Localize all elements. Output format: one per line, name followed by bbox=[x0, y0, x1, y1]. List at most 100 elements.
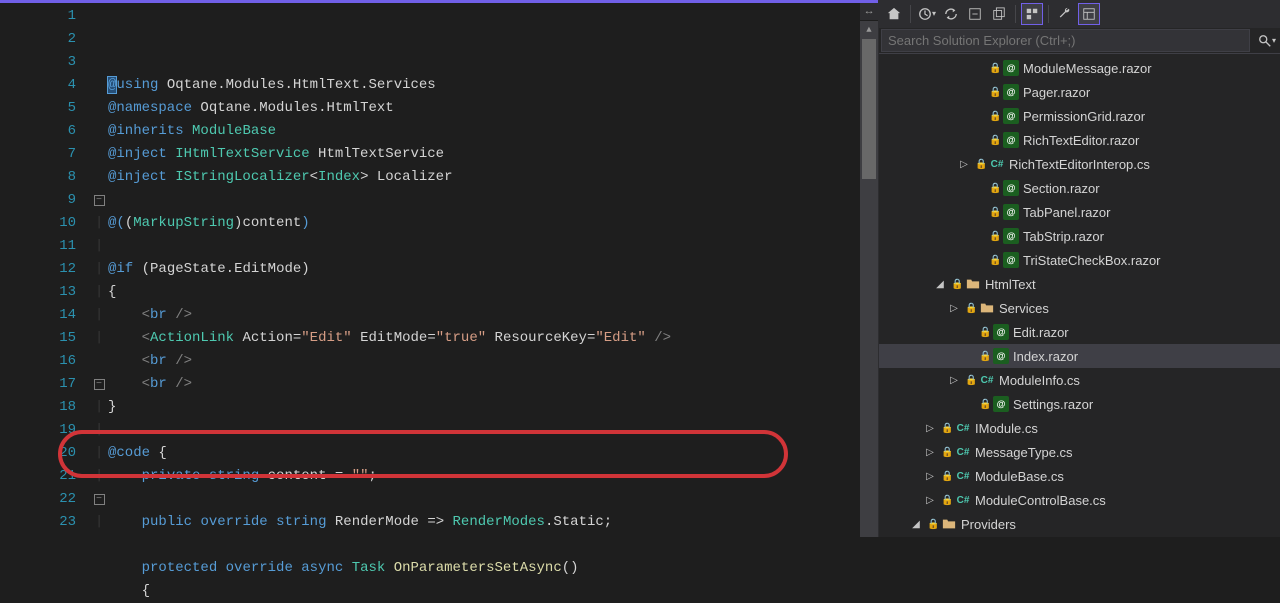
tree-item[interactable]: ▷🔒ModuleInfo.cs bbox=[879, 368, 1280, 392]
code-line[interactable]: @if (PageState.EditMode) bbox=[108, 258, 860, 281]
code-editor[interactable]: 1234567891011121314151617181920212223 −│… bbox=[0, 0, 878, 537]
fold-indicator[interactable]: │ bbox=[90, 465, 108, 488]
razor-file-icon bbox=[1003, 204, 1019, 220]
code-line[interactable]: <br /> bbox=[108, 373, 860, 396]
tree-item[interactable]: ▷🔒MessageType.cs bbox=[879, 440, 1280, 464]
tree-item[interactable]: 🔒TriStateCheckBox.razor bbox=[879, 248, 1280, 272]
code-line[interactable]: <ActionLink Action="Edit" EditMode="true… bbox=[108, 327, 860, 350]
code-line[interactable]: private string content = ""; bbox=[108, 465, 860, 488]
fold-indicator[interactable] bbox=[90, 143, 108, 166]
expander-icon[interactable]: ▷ bbox=[947, 303, 961, 314]
tree-item-label: Settings.razor bbox=[1013, 397, 1093, 412]
solution-tree[interactable]: 🔒ModuleMessage.razor🔒Pager.razor🔒Permiss… bbox=[879, 54, 1280, 537]
fold-indicator[interactable]: │ bbox=[90, 442, 108, 465]
history-icon[interactable]: ▾ bbox=[916, 3, 938, 25]
scroll-thumb[interactable] bbox=[862, 39, 876, 179]
code-line[interactable]: @inherits ModuleBase bbox=[108, 120, 860, 143]
fold-indicator[interactable]: │ bbox=[90, 212, 108, 235]
code-line[interactable]: protected override async Task OnParamete… bbox=[108, 557, 860, 580]
fold-indicator[interactable] bbox=[90, 51, 108, 74]
line-number: 9 bbox=[0, 189, 76, 212]
vertical-scrollbar[interactable]: ↔ ▲ bbox=[860, 3, 878, 537]
code-line[interactable]: <br /> bbox=[108, 350, 860, 373]
code-line[interactable] bbox=[108, 419, 860, 442]
tree-item[interactable]: 🔒PermissionGrid.razor bbox=[879, 104, 1280, 128]
code-line[interactable]: @using Oqtane.Modules.HtmlText.Services bbox=[108, 74, 860, 97]
fold-indicator[interactable] bbox=[90, 74, 108, 97]
expander-icon[interactable]: ◢ bbox=[933, 279, 947, 290]
fold-indicator[interactable] bbox=[90, 120, 108, 143]
search-input[interactable] bbox=[881, 29, 1250, 52]
fold-margin[interactable]: −││││││−││││−│ bbox=[90, 3, 108, 537]
expander-icon[interactable]: ▷ bbox=[957, 159, 971, 170]
tree-item[interactable]: ▷🔒ModuleControlBase.cs bbox=[879, 488, 1280, 512]
expander-icon[interactable]: ▷ bbox=[947, 375, 961, 386]
tree-item[interactable]: 🔒Pager.razor bbox=[879, 80, 1280, 104]
fold-indicator[interactable] bbox=[90, 166, 108, 189]
code-line[interactable]: { bbox=[108, 281, 860, 304]
fold-indicator[interactable] bbox=[90, 350, 108, 373]
view-icon[interactable] bbox=[1021, 3, 1043, 25]
tree-item[interactable]: ▷🔒RichTextEditorInterop.cs bbox=[879, 152, 1280, 176]
sync-icon[interactable] bbox=[940, 3, 962, 25]
properties-icon[interactable] bbox=[1054, 3, 1076, 25]
split-handle-icon[interactable]: ↔ bbox=[860, 3, 878, 21]
tree-item[interactable]: ◢🔒Providers bbox=[879, 512, 1280, 536]
expander-icon[interactable]: ▷ bbox=[923, 471, 937, 482]
code-line[interactable]: @inject IStringLocalizer<Index> Localize… bbox=[108, 166, 860, 189]
code-line[interactable]: { bbox=[108, 580, 860, 603]
tree-item[interactable]: 🔒ModuleMessage.razor bbox=[879, 56, 1280, 80]
tree-item[interactable]: ◢🔒HtmlText bbox=[879, 272, 1280, 296]
fold-indicator[interactable]: │ bbox=[90, 327, 108, 350]
tree-item[interactable]: ▷🔒Services bbox=[879, 296, 1280, 320]
fold-indicator[interactable]: │ bbox=[90, 258, 108, 281]
code-line[interactable]: @((MarkupString)content) bbox=[108, 212, 860, 235]
code-line[interactable]: @namespace Oqtane.Modules.HtmlText bbox=[108, 97, 860, 120]
fold-indicator[interactable]: │ bbox=[90, 419, 108, 442]
code-line[interactable] bbox=[108, 189, 860, 212]
expander-icon[interactable]: ▷ bbox=[923, 495, 937, 506]
tree-item[interactable]: ▷🔒ModuleBase.cs bbox=[879, 464, 1280, 488]
collapse-icon[interactable] bbox=[964, 3, 986, 25]
code-content[interactable]: @using Oqtane.Modules.HtmlText.Services@… bbox=[108, 3, 860, 537]
fold-indicator[interactable]: − bbox=[90, 189, 108, 212]
fold-indicator[interactable]: │ bbox=[90, 304, 108, 327]
tree-item[interactable]: 🔒TabPanel.razor bbox=[879, 200, 1280, 224]
fold-indicator[interactable]: − bbox=[90, 373, 108, 396]
tree-item[interactable]: 🔒Settings.razor bbox=[879, 392, 1280, 416]
code-line[interactable] bbox=[108, 235, 860, 258]
code-line[interactable] bbox=[108, 534, 860, 557]
code-line[interactable]: @inject IHtmlTextService HtmlTextService bbox=[108, 143, 860, 166]
code-line[interactable]: @code { bbox=[108, 442, 860, 465]
expander-icon[interactable]: ◢ bbox=[909, 519, 923, 530]
fold-indicator[interactable]: − bbox=[90, 488, 108, 511]
preview-icon[interactable] bbox=[1078, 3, 1100, 25]
code-line[interactable]: <br /> bbox=[108, 304, 860, 327]
scroll-track[interactable] bbox=[860, 39, 878, 537]
tree-item[interactable]: 🔒Edit.razor bbox=[879, 320, 1280, 344]
fold-indicator[interactable] bbox=[90, 5, 108, 28]
fold-indicator[interactable]: │ bbox=[90, 235, 108, 258]
tree-item[interactable]: 🔒Section.razor bbox=[879, 176, 1280, 200]
tree-item[interactable]: 🔒TabStrip.razor bbox=[879, 224, 1280, 248]
tree-item[interactable]: 🔒Index.razor bbox=[879, 344, 1280, 368]
search-icon[interactable]: ▾ bbox=[1254, 28, 1280, 54]
fold-indicator[interactable]: │ bbox=[90, 396, 108, 419]
lock-icon: 🔒 bbox=[951, 279, 961, 290]
code-line[interactable]: } bbox=[108, 396, 860, 419]
scroll-up-icon[interactable]: ▲ bbox=[860, 21, 878, 39]
expander-icon[interactable]: ▷ bbox=[923, 447, 937, 458]
code-line[interactable]: public override string RenderMode => Ren… bbox=[108, 511, 860, 534]
fold-indicator[interactable] bbox=[90, 97, 108, 120]
home-icon[interactable] bbox=[883, 3, 905, 25]
tree-item[interactable]: ▷🔒IModule.cs bbox=[879, 416, 1280, 440]
fold-indicator[interactable] bbox=[90, 28, 108, 51]
tree-item-label: PermissionGrid.razor bbox=[1023, 109, 1145, 124]
show-all-files-icon[interactable] bbox=[988, 3, 1010, 25]
lock-icon: 🔒 bbox=[975, 159, 985, 170]
fold-indicator[interactable]: │ bbox=[90, 281, 108, 304]
code-line[interactable] bbox=[108, 488, 860, 511]
tree-item[interactable]: 🔒RichTextEditor.razor bbox=[879, 128, 1280, 152]
fold-indicator[interactable]: │ bbox=[90, 511, 108, 534]
expander-icon[interactable]: ▷ bbox=[923, 423, 937, 434]
